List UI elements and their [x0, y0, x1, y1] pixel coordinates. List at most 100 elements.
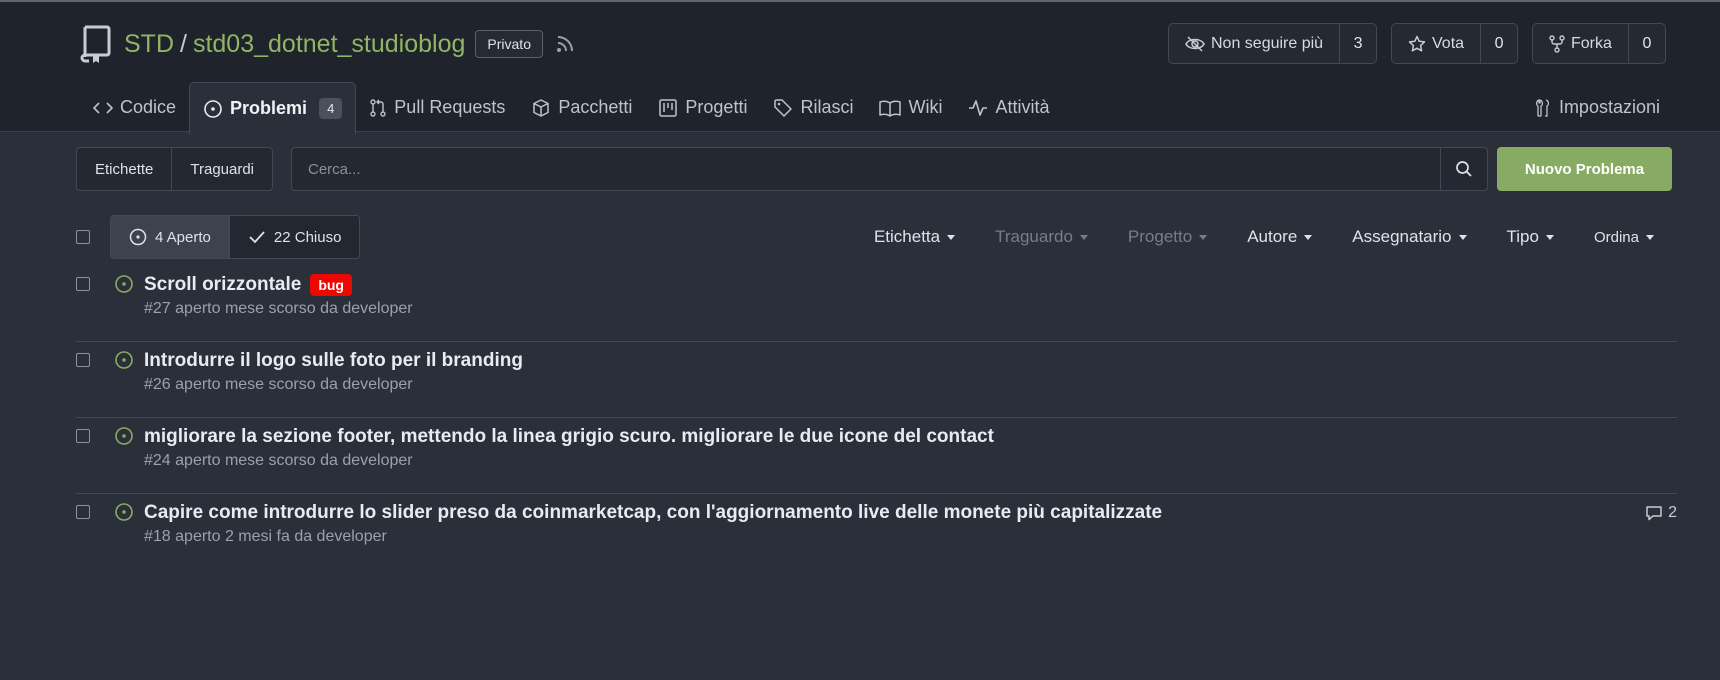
issue-title-line: migliorare la sezione footer, mettendo l… — [144, 426, 994, 448]
unwatch-button[interactable]: Non seguire più — [1169, 24, 1341, 63]
label-filter-label: Etichetta — [873, 227, 941, 246]
sort-dropdown[interactable]: Ordina — [1594, 229, 1654, 246]
tab-pull-requests[interactable]: Pull Requests — [356, 82, 518, 133]
issue-title-link[interactable]: Capire come introdurre lo slider preso d… — [144, 502, 1162, 524]
tab-code[interactable]: Codice — [80, 82, 189, 133]
select-all-checkbox[interactable] — [76, 230, 90, 244]
new-issue-button[interactable]: Nuovo Problema — [1497, 147, 1672, 191]
list-item: Introdurre il logo sulle foto per il bra… — [76, 342, 1677, 418]
chevron-down-icon — [1079, 234, 1088, 240]
tab-settings[interactable]: Impostazioni — [1534, 82, 1660, 133]
tab-issues[interactable]: Problemi 4 — [189, 82, 357, 134]
fork-icon — [1549, 34, 1565, 53]
type-filter-dropdown[interactable]: Tipo — [1507, 227, 1554, 247]
issue-checkbox[interactable] — [76, 505, 90, 519]
comment-icon — [1646, 506, 1662, 521]
issue-title-line: Scroll orizzontale bug — [144, 274, 352, 296]
tab-settings-label: Impostazioni — [1558, 97, 1660, 117]
rss-icon[interactable] — [555, 34, 575, 54]
tab-releases[interactable]: Rilasci — [760, 82, 866, 133]
chevron-down-icon — [1646, 234, 1654, 240]
list-item: migliorare la sezione footer, mettendo l… — [76, 418, 1677, 494]
issue-checkbox[interactable] — [76, 429, 90, 443]
comments-link[interactable]: 2 — [1645, 504, 1677, 522]
sort-label: Ordina — [1593, 228, 1639, 246]
chevron-down-icon — [947, 234, 956, 240]
tab-packages-label: Pacchetti — [558, 97, 633, 117]
repo-separator: / — [180, 29, 187, 58]
type-filter-label: Tipo — [1506, 227, 1539, 246]
tab-activity[interactable]: Attività — [955, 82, 1062, 133]
issues-toolbar: Etichette Traguardi Nuovo Problema — [76, 147, 1672, 191]
tab-packages[interactable]: Pacchetti — [518, 82, 645, 133]
issue-meta: #27 aperto mese scorso da developer — [144, 300, 413, 317]
milestone-filter-label: Traguardo — [995, 227, 1073, 246]
author-filter-label: Autore — [1247, 227, 1298, 246]
repo-tabs: Codice Problemi 4 Pull Requests Pacchett… — [80, 82, 1063, 134]
forks-count[interactable]: 0 — [1629, 24, 1665, 63]
tab-code-label: Codice — [120, 97, 177, 117]
unwatch-label: Non seguire più — [1211, 34, 1324, 52]
milestones-button[interactable]: Traguardi — [171, 148, 272, 190]
issue-title-line: Introdurre il logo sulle foto per il bra… — [144, 350, 523, 372]
repo-icon — [80, 25, 111, 63]
filter-dropdowns: Etichetta Traguardo Progetto Autore Asse… — [834, 215, 1654, 259]
fork-label: Forka — [1571, 34, 1612, 52]
issue-opened-icon — [115, 503, 133, 521]
issues-count-badge: 4 — [319, 98, 343, 119]
assignee-filter-label: Assegnatario — [1352, 227, 1452, 246]
project-filter-dropdown[interactable]: Progetto — [1128, 227, 1208, 247]
star-label: Vota — [1432, 34, 1465, 52]
assignee-filter-dropdown[interactable]: Assegnatario — [1352, 227, 1467, 247]
labels-button[interactable]: Etichette — [77, 148, 171, 190]
list-item: Scroll orizzontale bug #27 aperto mese s… — [76, 266, 1677, 342]
issue-meta: #26 aperto mese scorso da developer — [144, 376, 413, 393]
label-filter-dropdown[interactable]: Etichetta — [873, 227, 956, 247]
issue-title-link[interactable]: Scroll orizzontale — [144, 274, 301, 296]
comments-count: 2 — [1668, 504, 1677, 521]
issue-checkbox[interactable] — [76, 353, 90, 367]
labels-milestones-group: Etichette Traguardi — [76, 147, 274, 191]
tab-projects[interactable]: Progetti — [645, 82, 760, 133]
star-button[interactable]: Vota — [1392, 24, 1482, 63]
visibility-badge: Privato — [475, 30, 543, 58]
chevron-down-icon — [1304, 234, 1313, 240]
closed-issues-toggle[interactable]: 22 Chiuso — [228, 216, 360, 258]
search-box — [291, 147, 1488, 191]
issue-meta: #24 aperto mese scorso da developer — [144, 452, 413, 469]
search-button[interactable] — [1440, 148, 1487, 190]
closed-issues-label: 22 Chiuso — [273, 228, 342, 246]
tab-activity-label: Attività — [995, 97, 1050, 117]
watchers-count[interactable]: 3 — [1340, 24, 1376, 63]
tab-wiki[interactable]: Wiki — [866, 82, 955, 133]
check-icon — [249, 231, 265, 244]
tab-projects-label: Progetti — [685, 97, 748, 117]
stars-count[interactable]: 0 — [1481, 24, 1517, 63]
project-icon — [659, 98, 678, 117]
fork-button[interactable]: Forka — [1533, 24, 1629, 63]
tab-issues-label: Problemi — [230, 98, 308, 118]
repo-name-link[interactable]: std03_dotnet_studioblog — [193, 30, 465, 59]
list-item: Capire come introdurre lo slider preso d… — [76, 494, 1677, 570]
repo-owner-link[interactable]: STD — [124, 30, 174, 59]
issue-opened-icon — [129, 228, 147, 246]
milestone-filter-dropdown[interactable]: Traguardo — [995, 227, 1088, 247]
fork-group: Forka 0 — [1532, 23, 1666, 64]
search-input[interactable] — [292, 148, 1440, 190]
repo-title-row: STD / std03_dotnet_studioblog Privato — [80, 20, 575, 68]
eye-slash-icon — [1185, 35, 1205, 52]
issue-title-link[interactable]: Introdurre il logo sulle foto per il bra… — [144, 350, 523, 372]
issue-checkbox[interactable] — [76, 277, 90, 291]
author-filter-dropdown[interactable]: Autore — [1247, 227, 1313, 247]
star-icon — [1408, 35, 1426, 52]
state-toggle: 4 Aperto 22 Chiuso — [110, 215, 361, 259]
open-issues-toggle[interactable]: 4 Aperto — [111, 216, 229, 258]
package-icon — [533, 98, 550, 117]
issue-title-link[interactable]: migliorare la sezione footer, mettendo l… — [144, 426, 994, 448]
tab-pull-requests-label: Pull Requests — [394, 97, 506, 117]
issue-opened-icon — [204, 99, 222, 118]
star-group: Vota 0 — [1391, 23, 1519, 64]
issue-title-line: Capire come introdurre lo slider preso d… — [144, 502, 1162, 524]
bug-label[interactable]: bug — [310, 274, 352, 296]
pulse-icon — [969, 99, 988, 116]
